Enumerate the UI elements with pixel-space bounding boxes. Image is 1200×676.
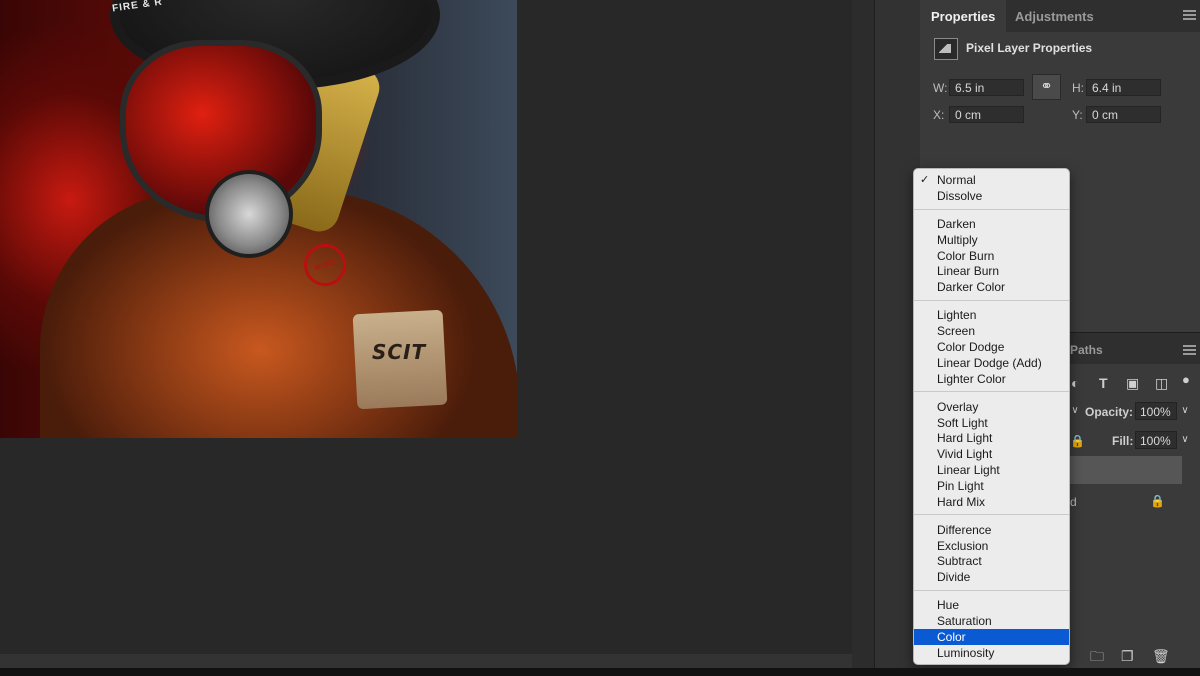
menu-separator xyxy=(914,300,1069,301)
blend-mode-item-vivid-light[interactable]: Vivid Light xyxy=(914,446,1069,462)
blend-mode-item-linear-light[interactable]: Linear Light xyxy=(914,462,1069,478)
opacity-label: Opacity: xyxy=(1085,405,1134,419)
panel-header-title: Pixel Layer Properties xyxy=(966,41,1093,55)
pixel-layer-icon xyxy=(934,38,958,60)
width-field[interactable]: 6.5 in xyxy=(949,79,1024,96)
layer-lock-icon: 🔒 xyxy=(1150,494,1165,508)
filter-toggle-icon[interactable]: ● xyxy=(1182,373,1190,387)
link-dimensions-button[interactable]: ⚭ xyxy=(1032,74,1061,100)
tab-properties[interactable]: Properties xyxy=(920,0,1007,32)
height-label: H: xyxy=(1072,81,1084,95)
blend-mode-item-dissolve[interactable]: Dissolve xyxy=(914,188,1069,204)
new-layer-icon[interactable]: ❐ xyxy=(1121,649,1134,663)
blend-mode-item-hard-mix[interactable]: Hard Mix xyxy=(914,494,1069,510)
menu-separator xyxy=(914,514,1069,516)
blend-mode-item-lighten[interactable]: Lighten xyxy=(914,307,1069,323)
chest-patch-text: SCIT xyxy=(372,340,427,364)
delete-layer-icon[interactable]: 🗑 xyxy=(1152,649,1170,663)
blend-mode-item-luminosity[interactable]: Luminosity xyxy=(914,645,1069,661)
width-label: W: xyxy=(933,81,948,95)
type-filter-icon[interactable]: T xyxy=(1099,376,1108,390)
link-icon: ⚭ xyxy=(1040,78,1053,95)
blend-mode-dropdown-menu[interactable]: Normal ✓ Dissolve Darken Multiply Color Burn L… xyxy=(913,168,1070,665)
status-bar xyxy=(0,668,1200,676)
layer-name: d xyxy=(1070,495,1077,509)
x-label: X: xyxy=(933,108,945,122)
blend-mode-item-soft-light[interactable]: Soft Light xyxy=(914,415,1069,431)
blend-mode-item-lighter-color[interactable]: Lighter Color xyxy=(914,371,1069,387)
firefighter-artwork: FIRE & R WORK SCIT xyxy=(0,0,517,438)
menu-separator xyxy=(914,391,1069,393)
panel-dock-separator xyxy=(852,0,874,668)
horizontal-scrollbar[interactable] xyxy=(0,654,852,668)
y-label: Y: xyxy=(1072,108,1083,122)
blend-mode-item-normal[interactable]: Normal ✓ xyxy=(914,172,1069,188)
respirator-mask xyxy=(205,170,293,258)
adjustment-filter-icon[interactable]: ◐ xyxy=(1071,376,1079,390)
blend-mode-item-darken[interactable]: Darken xyxy=(914,216,1069,232)
blend-mode-item-subtract[interactable]: Subtract xyxy=(914,553,1069,569)
lock-all-icon[interactable]: 🔒 xyxy=(1070,434,1085,448)
menu-separator xyxy=(914,590,1069,591)
checkmark-icon: ✓ xyxy=(920,174,930,186)
blend-mode-item-hard-light[interactable]: Hard Light xyxy=(914,430,1069,446)
menu-separator xyxy=(914,208,1069,210)
blend-mode-item-exclusion[interactable]: Exclusion xyxy=(914,538,1069,554)
opacity-chevron-icon[interactable]: ∨ xyxy=(1177,402,1193,420)
blend-mode-item-screen[interactable]: Screen xyxy=(914,323,1069,339)
fill-chevron-icon[interactable]: ∨ xyxy=(1177,431,1193,449)
blend-mode-item-color-dodge[interactable]: Color Dodge xyxy=(914,339,1069,355)
height-field[interactable]: 6.4 in xyxy=(1086,79,1161,96)
blend-mode-item-divide[interactable]: Divide xyxy=(914,569,1069,585)
document-canvas-area[interactable]: FIRE & R WORK SCIT xyxy=(0,0,852,654)
blend-mode-item-pin-light[interactable]: Pin Light xyxy=(914,478,1069,494)
new-group-icon[interactable]: 🗀 xyxy=(1090,649,1104,663)
layer-row-background[interactable]: d 🔒 xyxy=(1070,490,1182,516)
properties-tab-bar: Properties Adjustments xyxy=(920,0,1200,32)
y-field[interactable]: 0 cm xyxy=(1086,106,1161,123)
layers-menu-icon[interactable] xyxy=(1183,345,1196,355)
blend-mode-item-hue[interactable]: Hue xyxy=(914,597,1069,613)
blend-mode-item-darker-color[interactable]: Darker Color xyxy=(914,279,1069,295)
blend-mode-item-color-burn[interactable]: Color Burn xyxy=(914,248,1069,264)
blend-mode-item-linear-burn[interactable]: Linear Burn xyxy=(914,263,1069,279)
blend-mode-item-color[interactable]: Color xyxy=(914,629,1069,645)
tab-paths[interactable]: Paths xyxy=(1070,333,1103,367)
fill-field[interactable]: 100% xyxy=(1135,431,1177,449)
panel-menu-icon[interactable] xyxy=(1183,10,1196,20)
tab-adjustments[interactable]: Adjustments xyxy=(1004,0,1105,32)
opacity-field[interactable]: 100% xyxy=(1135,402,1177,420)
blend-mode-item-overlay[interactable]: Overlay xyxy=(914,399,1069,415)
fill-label: Fill: xyxy=(1112,434,1134,448)
blend-mode-item-difference[interactable]: Difference xyxy=(914,522,1069,538)
layer-row-selected[interactable] xyxy=(1070,456,1182,484)
blend-mode-item-saturation[interactable]: Saturation xyxy=(914,613,1069,629)
x-field[interactable]: 0 cm xyxy=(949,106,1024,123)
shape-filter-icon[interactable]: ▣ xyxy=(1126,376,1139,390)
blend-mode-item-multiply[interactable]: Multiply xyxy=(914,232,1069,248)
smart-object-filter-icon[interactable]: ◫ xyxy=(1155,376,1168,390)
blend-mode-item-linear-dodge-add[interactable]: Linear Dodge (Add) xyxy=(914,355,1069,371)
